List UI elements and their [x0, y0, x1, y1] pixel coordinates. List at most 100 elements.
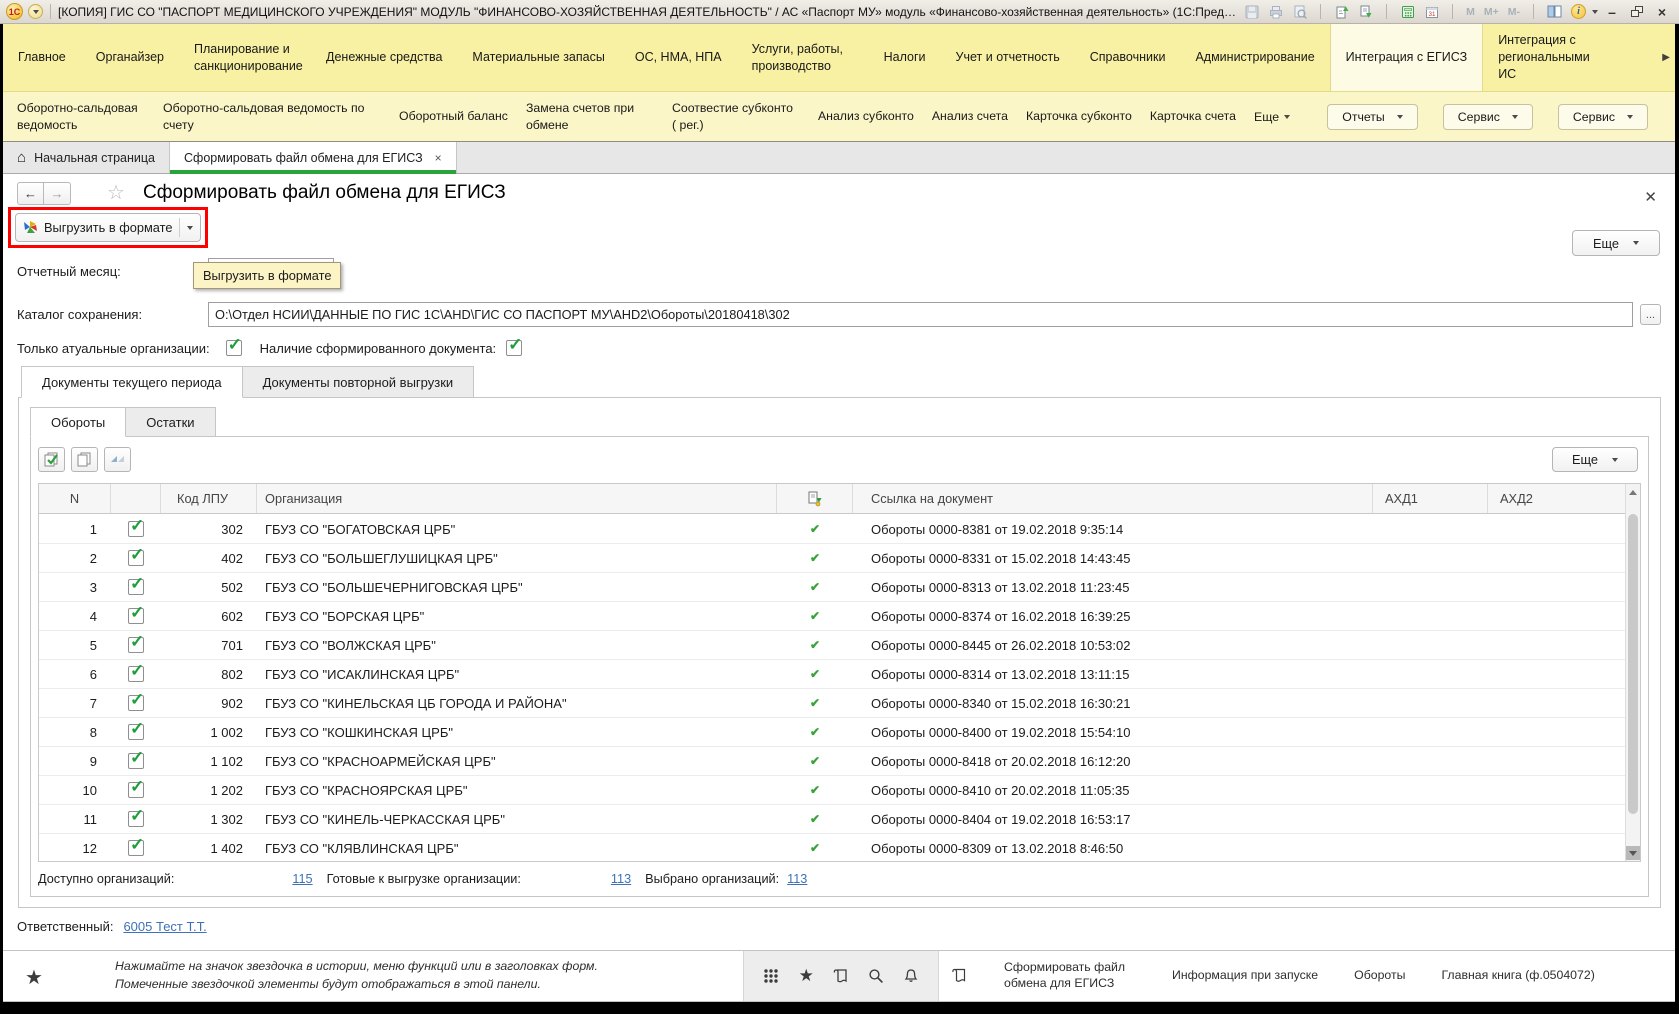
ribbon-tab[interactable]: Денежные средства — [311, 24, 457, 91]
table-more-button[interactable]: Еще — [1552, 447, 1638, 472]
table-row[interactable]: 4 602ГБУЗ СО "БОРСКАЯ ЦРБ" ✔ Обороты 0000-8… — [39, 602, 1625, 631]
org-code-cell[interactable]: 302 — [161, 522, 257, 537]
history-item[interactable]: Обороты — [1354, 968, 1405, 984]
table-row[interactable]: 6 802ГБУЗ СО "ИСАКЛИНСКАЯ ЦРБ" ✔ Обороты 00… — [39, 660, 1625, 689]
document-link-cell[interactable]: Обороты 0000-8340 от 15.02.2018 16:30:21 — [853, 696, 1373, 711]
header-code[interactable]: Код ЛПУ — [161, 484, 257, 513]
data-type-tab[interactable]: Обороты — [30, 407, 127, 437]
uncheck-all-button[interactable] — [71, 447, 98, 472]
info-dropdown-caret-icon[interactable] — [1592, 9, 1598, 14]
org-code-cell[interactable]: 802 — [161, 667, 257, 682]
organization-cell[interactable]: ГБУЗ СО "КРАСНОАРМЕЙСКАЯ ЦРБ" — [257, 754, 777, 769]
table-row[interactable]: 8 1 002ГБУЗ СО "КОШКИНСКАЯ ЦРБ" ✔ Обороты 0… — [39, 718, 1625, 747]
document-link-cell[interactable]: Обороты 0000-8309 от 13.02.2018 8:46:50 — [853, 841, 1373, 856]
org-code-cell[interactable]: 1 302 — [161, 812, 257, 827]
form-more-button[interactable]: Еще — [1572, 230, 1660, 256]
document-link-cell[interactable]: Обороты 0000-8445 от 26.02.2018 10:53:02 — [853, 638, 1373, 653]
row-checkbox[interactable] — [128, 719, 144, 740]
restore-button[interactable] — [1626, 2, 1648, 21]
forward-button[interactable]: → — [44, 182, 71, 205]
ribbon-command-item[interactable]: Оборотно-сальдовая ведомость по счету — [163, 100, 381, 133]
ribbon-tab[interactable]: Учет и отчетность — [941, 24, 1075, 91]
tab-close-icon[interactable]: × — [435, 151, 442, 165]
compare-button[interactable] — [104, 447, 131, 472]
table-row[interactable]: 11 1 302ГБУЗ СО "КИНЕЛЬ-ЧЕРКАССКАЯ ЦРБ" ✔ О… — [39, 805, 1625, 834]
table-row[interactable]: 3 502ГБУЗ СО "БОЛЬШЕЧЕРНИГОВСКАЯ ЦРБ" ✔ Обо… — [39, 573, 1625, 602]
info-icon[interactable]: i — [1568, 2, 1589, 21]
ribbon-command-item[interactable]: Карточка субконто — [1026, 108, 1132, 125]
ribbon-tab[interactable]: Органайзер — [81, 24, 179, 91]
row-checkbox[interactable] — [128, 661, 144, 682]
document-link-cell[interactable]: Обороты 0000-8381 от 19.02.2018 9:35:14 — [853, 522, 1373, 537]
ribbon-action-button[interactable]: Сервис — [1557, 103, 1648, 130]
ribbon-command-item[interactable]: Замена счетов при обмене — [526, 100, 654, 133]
table-row[interactable]: 9 1 102ГБУЗ СО "КРАСНОАРМЕЙСКАЯ ЦРБ" ✔ Обор… — [39, 747, 1625, 776]
responsible-link[interactable]: 6005 Тест Т.Т. — [123, 919, 206, 934]
table-row[interactable]: 12 1 402ГБУЗ СО "КЛЯВЛИНСКАЯ ЦРБ" ✔ Обороты… — [39, 834, 1625, 861]
organization-cell[interactable]: ГБУЗ СО "ВОЛЖСКАЯ ЦРБ" — [257, 638, 777, 653]
organization-cell[interactable]: ГБУЗ СО "КЛЯВЛИНСКАЯ ЦРБ" — [257, 841, 777, 856]
document-link-cell[interactable]: Обороты 0000-8418 от 20.02.2018 16:12:20 — [853, 754, 1373, 769]
document-link-cell[interactable]: Обороты 0000-8314 от 13.02.2018 13:11:15 — [853, 667, 1373, 682]
browse-dots-button[interactable]: ... — [1640, 304, 1661, 325]
organization-cell[interactable]: ГБУЗ СО "КОШКИНСКАЯ ЦРБ" — [257, 725, 777, 740]
organization-cell[interactable]: ГБУЗ СО "БОГАТОВСКАЯ ЦРБ" — [257, 522, 777, 537]
export-doc-icon[interactable] — [1331, 2, 1352, 21]
document-link-cell[interactable]: Обороты 0000-8374 от 16.02.2018 16:39:25 — [853, 609, 1373, 624]
minimize-button[interactable]: – — [1601, 2, 1623, 21]
close-button[interactable]: × — [1651, 2, 1673, 21]
selected-count-link[interactable]: 113 — [787, 872, 807, 886]
org-code-cell[interactable]: 701 — [161, 638, 257, 653]
organization-cell[interactable]: ГБУЗ СО "БОЛЬШЕГЛУШИЦКАЯ ЦРБ" — [257, 551, 777, 566]
import-doc-icon[interactable] — [1355, 2, 1376, 21]
header-org[interactable]: Организация — [257, 484, 777, 513]
document-link-cell[interactable]: Обороты 0000-8410 от 20.02.2018 11:05:35 — [853, 783, 1373, 798]
period-tab[interactable]: Документы текущего периода — [21, 366, 243, 398]
search-icon[interactable] — [865, 965, 887, 987]
header-status[interactable] — [777, 484, 853, 513]
tab-active-form[interactable]: Сформировать файл обмена для ЕГИСЗ × — [170, 142, 457, 174]
save-icon[interactable] — [1241, 2, 1262, 21]
ribbon-action-button[interactable]: Отчеты — [1327, 103, 1418, 130]
ribbon-tab[interactable]: Справочники — [1075, 24, 1181, 91]
org-code-cell[interactable]: 602 — [161, 609, 257, 624]
calculator-icon[interactable] — [1397, 2, 1418, 21]
header-axd2[interactable]: АХД2 — [1488, 484, 1640, 513]
data-type-tab[interactable]: Остатки — [126, 407, 216, 437]
export-format-button[interactable]: Выгрузить в формате — [15, 213, 201, 242]
history-scroll-icon[interactable] — [830, 965, 852, 987]
header-checkbox[interactable] — [111, 484, 161, 513]
ribbon-command-item[interactable]: Анализ счета — [932, 108, 1008, 125]
row-checkbox[interactable] — [128, 545, 144, 566]
vertical-scrollbar[interactable] — [1625, 484, 1640, 861]
scrollbar-thumb[interactable] — [1628, 514, 1638, 814]
table-row[interactable]: 10 1 202ГБУЗ СО "КРАСНОЯРСКАЯ ЦРБ" ✔ Оборот… — [39, 776, 1625, 805]
memory-plus-button[interactable]: M+ — [1481, 6, 1502, 18]
org-code-cell[interactable]: 402 — [161, 551, 257, 566]
ribbon-tab[interactable]: Интеграция с региональными ИС — [1483, 24, 1615, 91]
ribbon-tab[interactable]: Материальные запасы — [457, 24, 619, 91]
row-checkbox[interactable] — [128, 748, 144, 769]
memory-recall-button[interactable]: M — [1463, 6, 1478, 18]
ribbon-expand-arrow-icon[interactable]: ▶ — [1662, 52, 1670, 63]
history-item[interactable]: Главная книга (ф.0504072) — [1441, 968, 1594, 984]
org-code-cell[interactable]: 1 402 — [161, 841, 257, 856]
organization-cell[interactable]: ГБУЗ СО "ИСАКЛИНСКАЯ ЦРБ" — [257, 667, 777, 682]
org-code-cell[interactable]: 1 002 — [161, 725, 257, 740]
favorite-star-icon[interactable]: ☆ — [107, 180, 125, 205]
header-n[interactable]: N — [39, 484, 111, 513]
ribbon-tab[interactable]: Планирование и санкционирование — [179, 24, 311, 91]
row-checkbox[interactable] — [128, 806, 144, 827]
save-dir-input[interactable] — [208, 302, 1633, 327]
main-menu-arrow-icon[interactable] — [28, 4, 43, 19]
apps-grid-icon[interactable] — [760, 965, 782, 987]
form-close-icon[interactable]: ✕ — [1644, 188, 1657, 206]
document-link-cell[interactable]: Обороты 0000-8400 от 19.02.2018 15:54:10 — [853, 725, 1373, 740]
history-item[interactable]: Сформировать файл обмена для ЕГИСЗ — [1004, 960, 1136, 992]
organization-cell[interactable]: ГБУЗ СО "КИНЕЛЬСКАЯ ЦБ ГОРОДА И РАЙОНА" — [257, 696, 777, 711]
history-item[interactable]: Информация при запуске — [1172, 968, 1318, 984]
table-row[interactable]: 2 402ГБУЗ СО "БОЛЬШЕГЛУШИЦКАЯ ЦРБ" ✔ Оборот… — [39, 544, 1625, 573]
split-window-icon[interactable] — [1544, 2, 1565, 21]
ribbon-tab[interactable]: Услуги, работы, производство — [737, 24, 869, 91]
organization-cell[interactable]: ГБУЗ СО "БОРСКАЯ ЦРБ" — [257, 609, 777, 624]
